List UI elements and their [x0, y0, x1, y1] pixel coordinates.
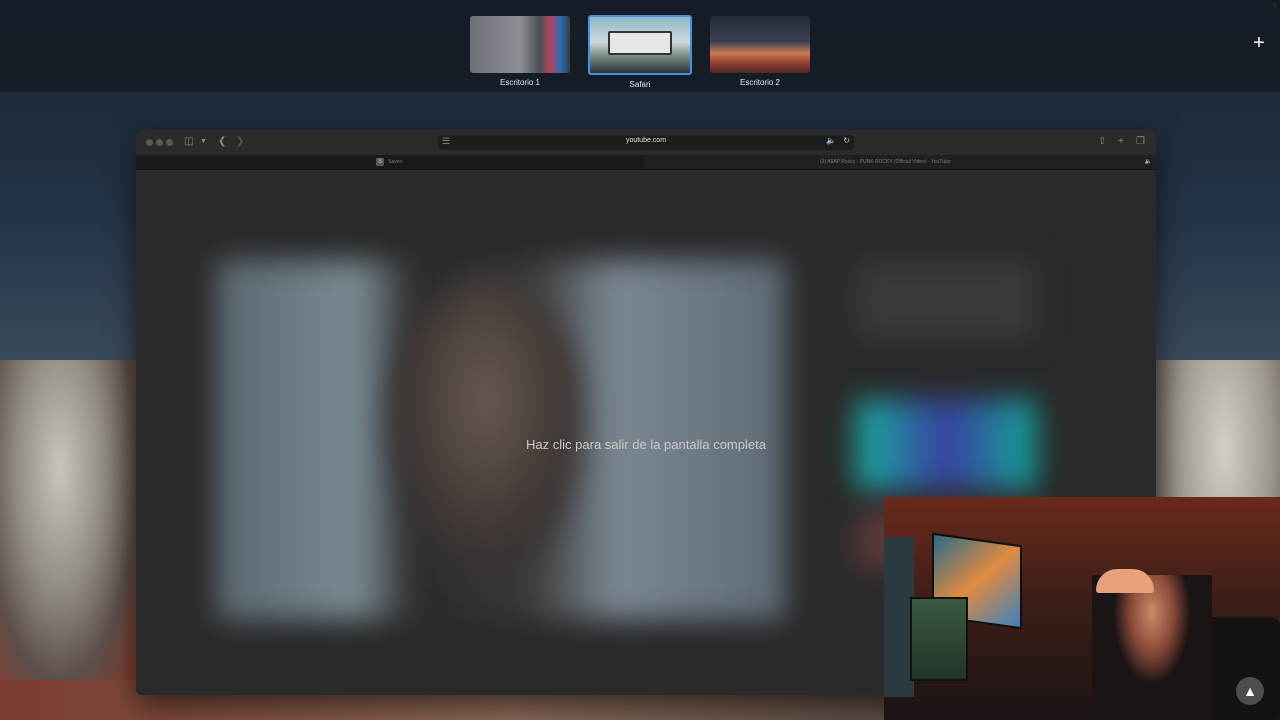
minimize-window-button[interactable] — [156, 139, 163, 146]
space-escritorio-2[interactable]: Escritorio 2 — [710, 16, 810, 87]
chevron-down-icon[interactable]: ▼ — [200, 135, 207, 149]
close-window-button[interactable] — [146, 139, 153, 146]
tab-title: Savee — [388, 159, 403, 165]
sidebar-icon[interactable]: ◫ — [184, 135, 193, 149]
tab-youtube[interactable]: (3) A$AP Rocky - PUNK ROCKY (Official Vi… — [645, 155, 1156, 169]
webcam-cap — [1096, 569, 1154, 593]
space-thumbnail[interactable] — [710, 16, 810, 73]
space-label: Escritorio 1 — [499, 78, 540, 87]
blurred-sidebar-item — [856, 260, 1036, 340]
space-thumbnail-active[interactable] — [588, 15, 692, 75]
desktop-wallpaper-left — [0, 360, 150, 720]
forward-chevron-icon[interactable]: ❯ — [236, 135, 244, 149]
tab-title: (3) A$AP Rocky - PUNK ROCKY (Official Vi… — [820, 159, 951, 165]
speaker-icon[interactable]: 🔈 — [826, 136, 836, 145]
share-icon[interactable]: ⇧ — [1098, 135, 1106, 149]
mission-control-spaces-bar: Escritorio 1 Safari Escritorio 2 + — [0, 0, 1280, 92]
space-label: Escritorio 2 — [739, 78, 780, 87]
space-escritorio-1[interactable]: Escritorio 1 — [470, 16, 570, 87]
exit-fullscreen-message[interactable]: Haz clic para salir de la pantalla compl… — [136, 437, 1156, 452]
space-thumbnail[interactable] — [470, 16, 570, 73]
savee-favicon-icon: S — [376, 158, 384, 166]
blurred-video-subject — [386, 280, 586, 580]
address-bar[interactable]: ☰ youtube.com 🔈 ↻ — [438, 135, 854, 150]
reload-icon[interactable]: ↻ — [843, 136, 850, 145]
channel-logo-icon: ▲ — [1236, 677, 1264, 705]
webcam-overlay: ▲ — [884, 497, 1280, 720]
safari-toolbar: ◫ ▼ ❮ ❯ ☰ youtube.com 🔈 ↻ ⇧ + ❐ — [136, 130, 1156, 156]
thumbnail-content — [608, 31, 672, 55]
space-safari[interactable]: Safari — [588, 15, 692, 89]
tab-bar: S Savee (3) A$AP Rocky - PUNK ROCKY (Off… — [136, 155, 1156, 170]
tab-overview-icon[interactable]: ❐ — [1136, 135, 1145, 149]
webcam-monitor — [910, 597, 968, 681]
url-text[interactable]: youtube.com — [438, 137, 854, 144]
tab-savee[interactable]: S Savee — [136, 155, 645, 169]
webcam-person — [1092, 575, 1212, 720]
space-label: Safari — [629, 80, 651, 89]
new-tab-plus-icon[interactable]: + — [1118, 135, 1124, 149]
fullscreen-window-button[interactable] — [166, 139, 173, 146]
add-space-icon[interactable]: + — [1250, 33, 1268, 53]
back-chevron-icon[interactable]: ❮ — [218, 135, 226, 149]
tab-speaker-icon[interactable]: 🔈 — [1145, 155, 1152, 169]
